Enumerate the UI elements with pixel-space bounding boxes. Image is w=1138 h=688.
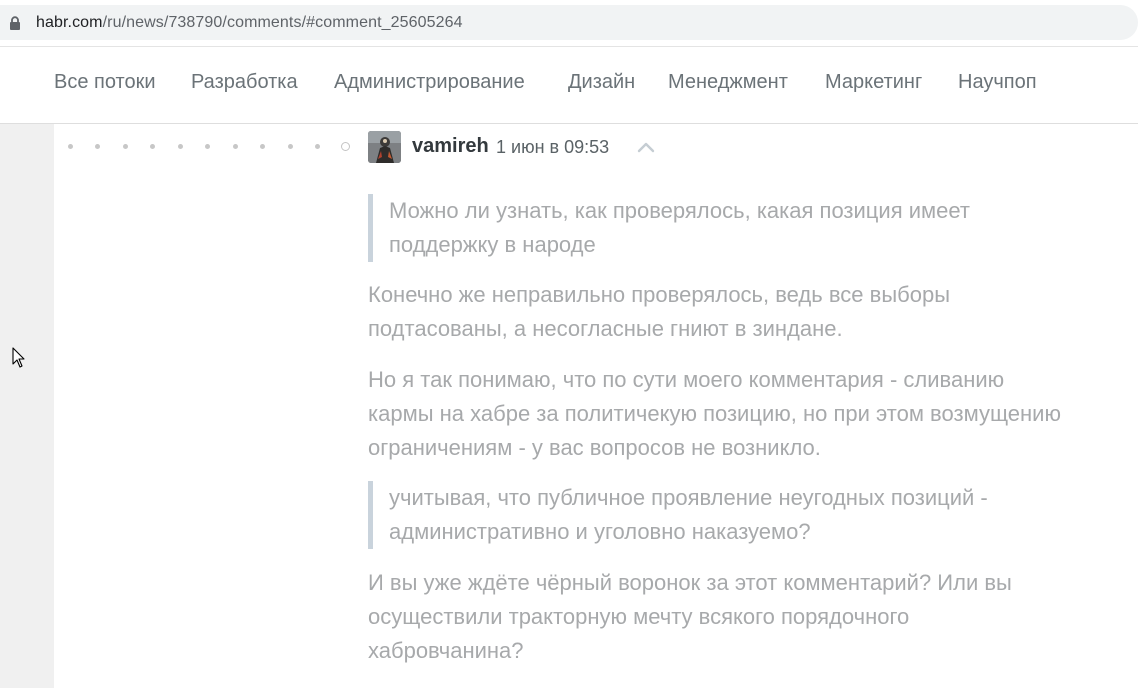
flows-navigation: Все потоки Разработка Администрирование …	[0, 46, 1138, 124]
comment-paragraph: И вы уже ждёте чёрный воронок за этот ко…	[368, 566, 1108, 668]
quote-line: поддержку в народе	[389, 232, 596, 257]
browser-url-bar: habr.com/ru/news/738790/comments/#commen…	[0, 0, 1138, 46]
mouse-pointer-icon	[12, 347, 25, 368]
nav-item-design[interactable]: Дизайн	[568, 71, 635, 94]
thread-dot-current	[341, 142, 350, 151]
paragraph-line: хабровчанина?	[368, 638, 524, 663]
paragraph-line: кармы на хабре за политичекую позицию, н…	[368, 401, 1061, 426]
url-text[interactable]: habr.com/ru/news/738790/comments/#commen…	[36, 14, 463, 32]
thread-dot	[205, 144, 210, 149]
paragraph-line: И вы уже ждёте чёрный воронок за этот ко…	[368, 570, 1012, 595]
thread-dot	[315, 144, 320, 149]
quote-line: административно и уголовно наказуемо?	[389, 519, 811, 544]
comment-author[interactable]: vamireh	[412, 135, 489, 158]
comment-paragraph: Конечно же неправильно проверялось, ведь…	[368, 278, 1108, 346]
thread-dot	[150, 144, 155, 149]
thread-dot	[233, 144, 238, 149]
comment-date[interactable]: 1 июн в 09:53	[496, 137, 609, 158]
thread-dot	[68, 144, 73, 149]
thread-dot	[288, 144, 293, 149]
chevron-up-icon[interactable]	[637, 140, 655, 154]
paragraph-line: ограничениям - у вас вопросов не возникл…	[368, 435, 821, 460]
nav-item-popsci[interactable]: Научпоп	[958, 71, 1037, 94]
url-path: /ru/news/738790/comments/#comment_256052…	[102, 14, 463, 31]
paragraph-line: Конечно же неправильно проверялось, ведь…	[368, 282, 951, 307]
thread-dot	[95, 144, 100, 149]
nav-item-marketing[interactable]: Маркетинг	[825, 71, 922, 94]
address-field[interactable]: habr.com/ru/news/738790/comments/#commen…	[0, 5, 1138, 40]
paragraph-line: осуществили тракторную мечту всякого пор…	[368, 604, 910, 629]
quote-line: учитывая, что публичное проявление неуго…	[389, 485, 988, 510]
nav-item-development[interactable]: Разработка	[191, 71, 298, 94]
lock-icon[interactable]	[9, 16, 21, 30]
paragraph-line: Но я так понимаю, что по сути моего комм…	[368, 367, 1005, 392]
thread-dot	[123, 144, 128, 149]
user-avatar[interactable]	[368, 131, 401, 163]
quote-line: Можно ли узнать, как проверялось, какая …	[389, 198, 970, 223]
thread-dot	[260, 144, 265, 149]
nav-item-management[interactable]: Менеджмент	[668, 71, 788, 94]
comment-paragraph: Но я так понимаю, что по сути моего комм…	[368, 363, 1108, 465]
thread-dot	[178, 144, 183, 149]
url-host: habr.com	[36, 14, 103, 31]
nav-item-all-flows[interactable]: Все потоки	[54, 71, 156, 94]
comment-quote: учитывая, что публичное проявление неуго…	[368, 481, 1068, 549]
nav-item-administration[interactable]: Администрирование	[334, 71, 525, 94]
comment-quote: Можно ли узнать, как проверялось, какая …	[368, 194, 1068, 262]
paragraph-line: подтасованы, а несогласные гниют в зинда…	[368, 316, 843, 341]
